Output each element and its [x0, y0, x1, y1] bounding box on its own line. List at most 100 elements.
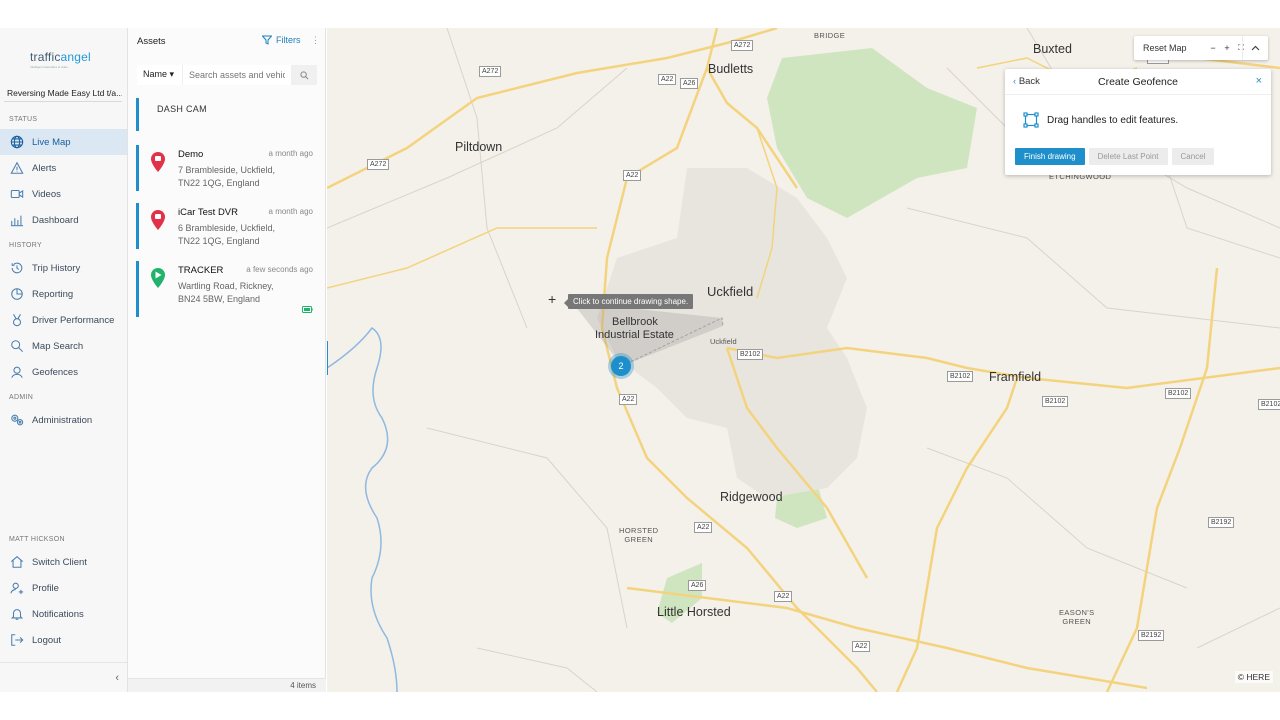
- collapse-controls-icon[interactable]: [1242, 36, 1268, 60]
- delete-last-point-button[interactable]: Delete Last Point: [1088, 148, 1168, 165]
- road-shield: A22: [658, 74, 677, 85]
- sidebar-item-label: Videos: [32, 188, 61, 200]
- panel-resize-handle[interactable]: [327, 341, 328, 375]
- map-pin-icon: [151, 152, 165, 172]
- place-label: Ridgewood: [720, 490, 783, 504]
- logo-text-b: angel: [60, 50, 91, 64]
- instruction-text: Drag handles to edit features.: [1047, 114, 1179, 126]
- zoom-in-icon[interactable]: +: [1220, 43, 1234, 53]
- items-count: 4 items: [290, 681, 316, 690]
- sidebar-item-label: Live Map: [32, 136, 71, 148]
- place-label-line: GREEN: [624, 535, 654, 544]
- road-shield: B2102: [1165, 388, 1192, 399]
- filters-button[interactable]: Filters: [262, 35, 301, 45]
- road-shield: B2102: [1258, 399, 1280, 410]
- sidebar-item-notifications[interactable]: Notifications: [0, 601, 127, 627]
- asset-title: iCar Test DVR: [178, 207, 239, 218]
- collapse-sidebar-icon[interactable]: ‹: [115, 672, 119, 684]
- address-line-1: Wartling Road, Rickney,: [178, 281, 274, 291]
- crosshair-cursor-icon: +: [548, 291, 557, 307]
- road-shield: A26: [680, 78, 699, 89]
- dashboard-icon: [10, 215, 24, 227]
- sidebar-item-geofences[interactable]: Geofences: [0, 359, 127, 385]
- road-shield: B2192: [1138, 630, 1165, 641]
- logout-icon: [11, 634, 24, 646]
- place-label: Piltdown: [455, 140, 503, 154]
- alert-icon: [10, 161, 24, 174]
- close-icon[interactable]: ×: [1256, 75, 1262, 87]
- sort-select[interactable]: Name ▾: [137, 65, 183, 85]
- asset-card-icar-test-dvr[interactable]: iCar Test DVR a month ago 6 Brambleside,…: [136, 203, 318, 249]
- asset-time: a month ago: [268, 207, 313, 216]
- chevron-up-icon: [1251, 45, 1260, 51]
- sidebar-item-label: Map Search: [32, 340, 84, 352]
- asset-cluster-marker[interactable]: 2: [611, 356, 631, 376]
- sidebar-item-label: Geofences: [32, 366, 78, 378]
- place-label: Industrial Estate: [595, 329, 674, 341]
- home-icon: [10, 556, 24, 568]
- reset-map-button[interactable]: Reset Map: [1134, 43, 1206, 53]
- sidebar-item-trip-history[interactable]: Trip History: [0, 255, 127, 281]
- admin-icon: [11, 414, 24, 426]
- asset-card-tracker[interactable]: TRACKER a few seconds ago Wartling Road,…: [136, 261, 318, 317]
- logo-text-a: traffic: [30, 50, 61, 64]
- address-line-1: 6 Brambleside, Uckfield,: [178, 223, 276, 233]
- map-attribution: © HERE: [1234, 671, 1273, 683]
- sidebar-item-label: Logout: [32, 634, 62, 646]
- road-shield: A22: [694, 522, 713, 533]
- sidebar-item-label: Alerts: [32, 162, 57, 174]
- client-selector[interactable]: Reversing Made Easy Ltd t/a...: [4, 86, 122, 102]
- place-label-line: HORSTED: [619, 526, 659, 535]
- edit-shape-icon: [1023, 112, 1039, 128]
- sidebar-item-logout[interactable]: Logout: [0, 627, 127, 653]
- section-admin: ADMIN: [9, 394, 34, 401]
- asset-group-dash-cam[interactable]: DASH CAM: [136, 98, 318, 131]
- map-controls: Reset Map − + ⛶: [1134, 36, 1268, 60]
- geofence-instruction: Drag handles to edit features.: [1023, 112, 1178, 128]
- reporting-icon: [11, 288, 23, 300]
- history-icon: [11, 262, 23, 274]
- sidebar-item-driver-performance[interactable]: Driver Performance: [0, 307, 127, 333]
- road-shield: A22: [623, 170, 642, 181]
- app-root: trafficangel Intelligent telematics & vi…: [0, 28, 1280, 692]
- logo-tagline: Intelligent telematics & video: [30, 65, 69, 69]
- place-label: Uckfield: [710, 337, 737, 346]
- assets-title: Assets: [137, 36, 166, 47]
- asset-address: Wartling Road, Rickney, BN24 5BW, England: [178, 280, 298, 306]
- sidebar-item-map-search[interactable]: Map Search: [0, 333, 127, 359]
- sidebar-item-alerts[interactable]: Alerts: [0, 155, 127, 181]
- place-label: Buxted: [1033, 42, 1072, 56]
- sidebar-item-label: Administration: [32, 414, 93, 426]
- sidebar-item-label: Switch Client: [32, 556, 87, 568]
- address-line-2: TN22 1QG, England: [178, 178, 260, 188]
- road-shield: B2102: [737, 349, 764, 360]
- place-label: Bellbrook: [612, 316, 658, 328]
- section-status: STATUS: [9, 116, 38, 123]
- zoom-out-icon[interactable]: −: [1206, 43, 1220, 53]
- more-options-icon[interactable]: ⋮: [311, 35, 320, 46]
- sidebar: trafficangel Intelligent telematics & vi…: [0, 28, 128, 692]
- sidebar-item-switch-client[interactable]: Switch Client: [0, 549, 127, 575]
- sidebar-item-live-map[interactable]: Live Map: [0, 129, 127, 155]
- road-shield: B2102: [1042, 396, 1069, 407]
- profile-icon: [10, 582, 24, 595]
- search-icon: [299, 70, 308, 79]
- sidebar-item-dashboard[interactable]: Dashboard: [0, 207, 127, 233]
- asset-card-demo[interactable]: Demo a month ago 7 Brambleside, Uckfield…: [136, 145, 318, 191]
- cancel-button[interactable]: Cancel: [1171, 148, 1215, 165]
- sidebar-item-videos[interactable]: Videos: [0, 181, 127, 207]
- search-button[interactable]: [291, 65, 317, 85]
- live-map[interactable]: Buxted Budletts Piltdown Uckfield Bellbr…: [327, 28, 1280, 692]
- finish-drawing-button[interactable]: Finish drawing: [1015, 148, 1085, 165]
- trafficangel-logo[interactable]: trafficangel Intelligent telematics & vi…: [30, 50, 100, 70]
- road-shield: B2102: [947, 371, 974, 382]
- sidebar-item-administration[interactable]: Administration: [0, 407, 127, 433]
- sidebar-item-reporting[interactable]: Reporting: [0, 281, 127, 307]
- road-shield: A22: [619, 394, 638, 405]
- asset-search-input[interactable]: [183, 65, 291, 85]
- place-label: Little Horsted: [657, 605, 731, 619]
- section-user: MATT HICKSON: [9, 536, 65, 543]
- place-label-line: GREEN: [1062, 617, 1092, 626]
- sidebar-item-profile[interactable]: Profile: [0, 575, 127, 601]
- asset-title: TRACKER: [178, 265, 224, 276]
